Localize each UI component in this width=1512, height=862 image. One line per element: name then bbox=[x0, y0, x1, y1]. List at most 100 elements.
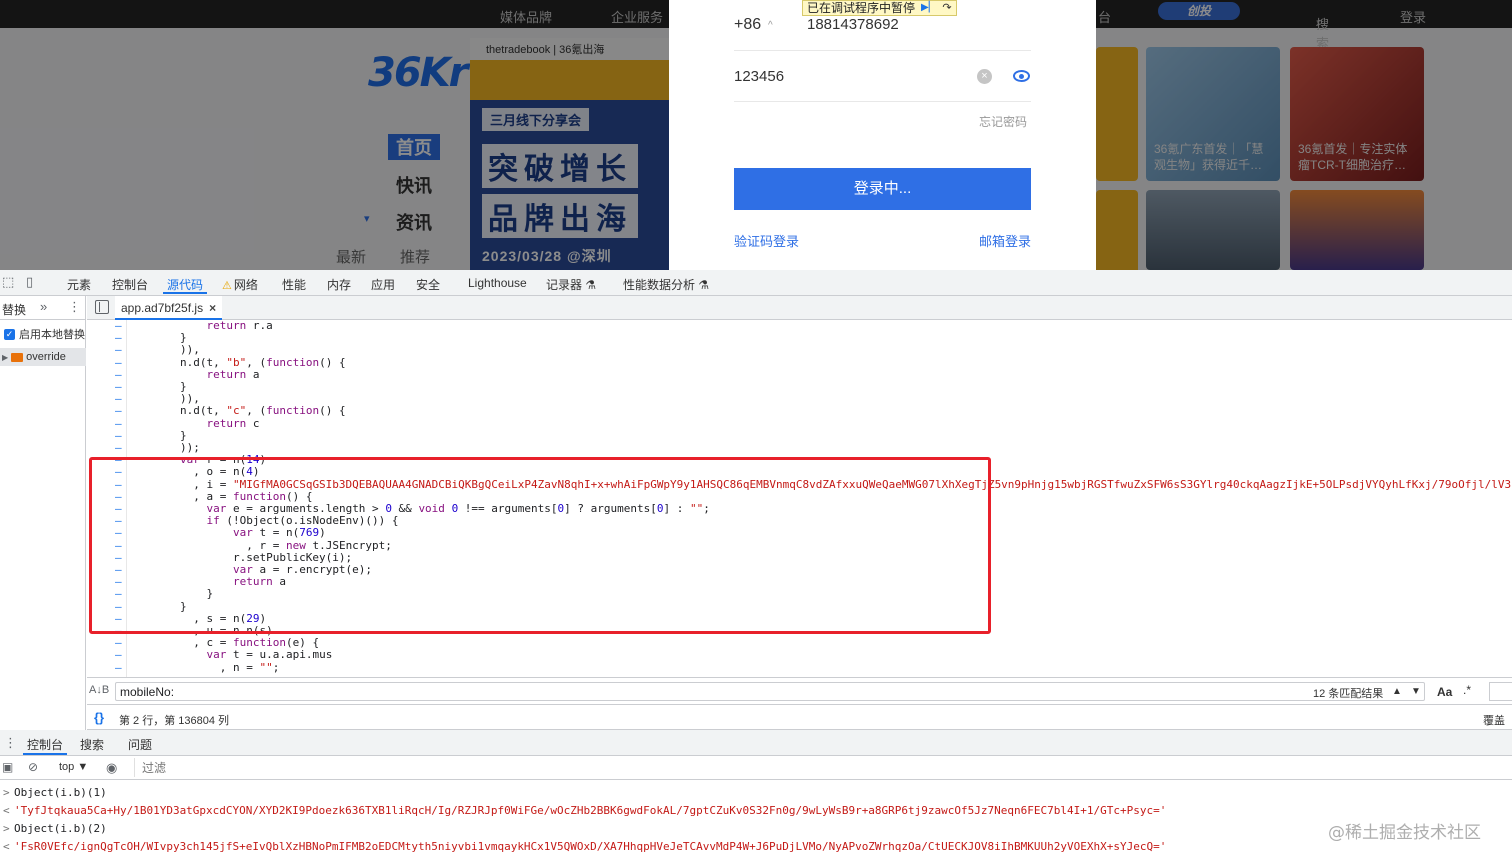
code-line[interactable]: return a bbox=[127, 368, 259, 381]
devtools-main-tabbar: ⬚ ▯ 元素 控制台 源代码 ⚠ 网络 性能 内存 应用 安全 Lighthous… bbox=[0, 270, 1512, 296]
tab-application[interactable]: 应用 bbox=[371, 276, 395, 293]
more-tabs-icon[interactable]: » bbox=[40, 299, 47, 314]
pretty-print-icon[interactable]: {} bbox=[94, 710, 104, 725]
result-arrow-icon: < bbox=[3, 804, 10, 817]
replace-toggle-icon[interactable]: A↓B bbox=[89, 684, 109, 696]
code-line[interactable]: )), bbox=[127, 392, 200, 405]
code-line[interactable]: var t = u.a.api.mus bbox=[127, 648, 332, 661]
flask-icon: ⚗ bbox=[698, 278, 710, 292]
breakpoint-marker[interactable]: – bbox=[115, 344, 127, 356]
chevron-down-icon[interactable]: ▼ bbox=[1408, 682, 1424, 701]
tab-performance[interactable]: 性能 bbox=[282, 276, 306, 293]
chevron-right-icon[interactable]: ▶ bbox=[2, 353, 8, 362]
device-toolbar-icon[interactable]: ▯ bbox=[26, 275, 40, 289]
breakpoint-marker[interactable]: – bbox=[115, 405, 127, 417]
drawer-tab-issues[interactable]: 问题 bbox=[128, 736, 152, 753]
code-line[interactable]: } bbox=[127, 380, 187, 393]
clear-icon[interactable]: × bbox=[977, 69, 992, 84]
code-line[interactable]: return c bbox=[127, 417, 259, 430]
tab-memory[interactable]: 内存 bbox=[327, 276, 351, 293]
tab-overrides[interactable]: 替换 bbox=[2, 301, 26, 318]
kebab-menu-icon[interactable]: ⋮ bbox=[68, 299, 81, 315]
close-icon[interactable]: × bbox=[209, 301, 216, 315]
breakpoint-marker[interactable]: – bbox=[115, 649, 127, 661]
tab-console[interactable]: 控制台 bbox=[112, 276, 148, 293]
inspect-element-icon[interactable]: ⬚ bbox=[2, 275, 16, 289]
code-editor[interactable]: – return r.a – } – )), – n.d(t, "b", (fu… bbox=[87, 320, 1512, 677]
breakpoint-marker[interactable]: – bbox=[115, 356, 127, 369]
console-line-text: Object(i.b)(2) bbox=[14, 822, 107, 835]
code-line[interactable]: , c = function(e) { bbox=[127, 636, 319, 649]
kebab-menu-icon[interactable]: ⋮ bbox=[4, 735, 17, 751]
chevron-up-icon[interactable]: ^ bbox=[768, 20, 773, 31]
code-line[interactable]: } bbox=[127, 429, 187, 442]
drawer-tab-search[interactable]: 搜索 bbox=[80, 736, 104, 753]
navigator-header: 替换 » ⋮ bbox=[0, 296, 86, 320]
console-result-line[interactable]: < 'TyfJtqkaua5Ca+Hy/1B01YD3atGpxcdCYON/XY… bbox=[0, 802, 1512, 820]
tab-security[interactable]: 安全 bbox=[416, 276, 440, 293]
eye-icon[interactable]: ◉ bbox=[106, 760, 117, 776]
toggle-navigator-icon[interactable] bbox=[95, 300, 109, 314]
regex-toggle[interactable]: .* bbox=[1463, 683, 1471, 697]
tab-elements[interactable]: 元素 bbox=[67, 276, 91, 293]
resume-icon[interactable]: ▶▏ bbox=[921, 1, 936, 15]
email-login-link[interactable]: 邮箱登录 bbox=[979, 231, 1031, 250]
console-result-line[interactable]: < 'FsR0VEfc/ignQgTcOH/WIvpy3ch145jfS+eIvQ… bbox=[0, 838, 1512, 856]
code-line[interactable]: n.d(t, "c", (function() { bbox=[127, 404, 346, 417]
sms-login-link[interactable]: 验证码登录 bbox=[734, 231, 799, 250]
code-line[interactable]: n.d(t, "b", (function() { bbox=[127, 356, 346, 369]
breakpoint-marker[interactable]: – bbox=[115, 661, 127, 674]
login-dialog: +86 ^ 18814378692 123456 × 忘记密码 登录中... 验… bbox=[669, 0, 1096, 270]
tab-lighthouse[interactable]: Lighthouse bbox=[468, 276, 527, 290]
tab-performance-insights[interactable]: 性能数据分析 ⚗ bbox=[623, 276, 709, 293]
forgot-password-link[interactable]: 忘记密码 bbox=[979, 113, 1027, 130]
override-folder[interactable]: ▶ override bbox=[0, 348, 86, 366]
drawer-tabbar: ⋮ 控制台 搜索 问题 bbox=[0, 730, 1512, 756]
console-input-line[interactable]: > Object(i.b)(2) bbox=[0, 820, 1512, 838]
prompt-icon: > bbox=[3, 822, 10, 835]
code-line[interactable]: )), bbox=[127, 343, 200, 356]
editor-search-bar: A↓B 12 条匹配结果 ▲ ▼ Aa .* bbox=[87, 677, 1512, 705]
code-line[interactable]: , n = ""; bbox=[127, 661, 280, 674]
code-line[interactable]: return r.a bbox=[127, 320, 272, 332]
tab-sources[interactable]: 源代码 bbox=[162, 276, 208, 294]
clear-console-icon[interactable]: ⊘ bbox=[28, 760, 38, 774]
search-input[interactable] bbox=[115, 682, 1425, 701]
warning-icon: ⚠ bbox=[222, 280, 232, 292]
file-tab-label: app.ad7bf25f.js bbox=[121, 301, 204, 315]
phone-input[interactable]: 18814378692 bbox=[807, 16, 899, 33]
step-over-icon[interactable]: ↷ bbox=[942, 1, 951, 15]
editor-status-bar: {} 第 2 行，第 136804 列 覆盖率 bbox=[87, 705, 1512, 743]
console-toolbar: ▣ ⊘ top ▼ ◉ bbox=[0, 756, 1512, 780]
code-line[interactable]: )); bbox=[127, 441, 200, 454]
breakpoint-marker[interactable]: – bbox=[115, 417, 127, 430]
tab-network[interactable]: ⚠ 网络 bbox=[222, 276, 258, 293]
code-line[interactable]: } bbox=[127, 331, 187, 344]
prompt-icon: > bbox=[3, 786, 10, 799]
checkbox-checked-icon[interactable]: ✓ bbox=[4, 328, 15, 340]
debugger-paused-banner: 已在调试程序中暂停 ▶▏ ↷ bbox=[802, 0, 957, 16]
search-extra-field[interactable] bbox=[1489, 682, 1512, 701]
enable-local-overrides[interactable]: ✓ 启用本地替换 bbox=[4, 326, 85, 342]
console-input-line[interactable]: > Object(i.b)(1) bbox=[0, 784, 1512, 802]
eye-icon[interactable] bbox=[1013, 70, 1030, 82]
override-folder-label: override bbox=[26, 351, 66, 363]
drawer-tab-console[interactable]: 控制台 bbox=[22, 736, 68, 755]
login-submit-button[interactable]: 登录中... bbox=[734, 168, 1031, 210]
flask-icon: ⚗ bbox=[585, 278, 597, 292]
console-line-text: 'TyfJtqkaua5Ca+Hy/1B01YD3atGpxcdCYON/XYD… bbox=[14, 804, 1167, 817]
console-filter-input[interactable] bbox=[134, 758, 1512, 777]
context-select[interactable]: top ▼ bbox=[59, 761, 88, 773]
editor-tabbar: app.ad7bf25f.js × bbox=[87, 296, 1512, 320]
console-output[interactable]: > Object(i.b)(1) < 'TyfJtqkaua5Ca+Hy/1B01YD… bbox=[0, 784, 1512, 862]
paused-text: 已在调试程序中暂停 bbox=[807, 1, 916, 15]
sidebar-toggle-icon[interactable]: ▣ bbox=[2, 760, 13, 774]
country-code-select[interactable]: +86 bbox=[734, 16, 761, 34]
chevron-up-icon[interactable]: ▲ bbox=[1389, 682, 1405, 701]
match-case-toggle[interactable]: Aa bbox=[1437, 685, 1452, 699]
file-tab-app-js[interactable]: app.ad7bf25f.js × bbox=[115, 296, 223, 320]
enable-local-overrides-label: 启用本地替换 bbox=[19, 329, 85, 341]
tab-recorder[interactable]: 记录器 ⚗ bbox=[546, 276, 596, 293]
password-input[interactable]: 123456 bbox=[734, 68, 784, 85]
annotation-highlight-box bbox=[89, 457, 991, 634]
